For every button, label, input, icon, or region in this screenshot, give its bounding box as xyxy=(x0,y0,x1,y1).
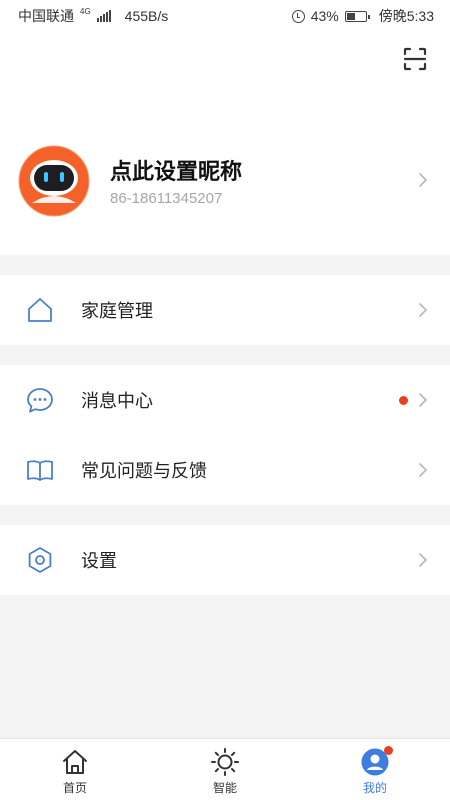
signal-icon xyxy=(96,10,111,22)
unread-badge xyxy=(399,396,408,405)
menu-item-settings[interactable]: 设置 xyxy=(0,525,450,595)
menu-item-faq-feedback[interactable]: 常见问题与反馈 xyxy=(0,435,450,505)
battery-percent: 43% xyxy=(310,8,339,24)
scan-button[interactable] xyxy=(400,44,430,74)
status-bar: 中国联通 4G 455B/s 43% 傍晚5:33 xyxy=(0,0,450,32)
status-right: 43% 傍晚5:33 xyxy=(291,6,434,26)
avatar xyxy=(18,145,90,217)
menu-item-home-management[interactable]: 家庭管理 xyxy=(0,275,450,345)
chevron-right-icon xyxy=(419,553,427,567)
section-home: 家庭管理 xyxy=(0,275,450,345)
menu-label-faq-feedback: 常见问题与反馈 xyxy=(81,461,207,481)
scan-icon xyxy=(403,47,427,71)
menu-item-message-center[interactable]: 消息中心 xyxy=(0,365,450,435)
nickname-label: 点此设置昵称 xyxy=(110,159,243,184)
tab-label-home: 首页 xyxy=(62,781,87,795)
chevron-right-icon xyxy=(419,463,427,477)
battery-icon xyxy=(344,10,370,22)
notification-dot xyxy=(384,746,393,755)
tab-mine[interactable]: 我的 xyxy=(300,739,450,800)
carrier-name: 中国联通 xyxy=(18,8,74,24)
hexagon-settings-icon xyxy=(28,547,52,573)
chat-bubble-icon xyxy=(27,388,53,413)
bottom-tab-bar: 首页 智能 我的 xyxy=(0,738,450,800)
home-icon xyxy=(63,750,87,774)
sun-icon xyxy=(211,748,239,776)
profile-card[interactable]: 点此设置昵称 86-18611345207 xyxy=(0,130,450,240)
network-speed: 455B/s xyxy=(124,8,169,24)
phone-number: 86-18611345207 xyxy=(110,190,223,207)
tab-label-smart: 智能 xyxy=(212,781,237,795)
alarm-icon xyxy=(291,9,305,23)
house-icon xyxy=(28,298,52,322)
status-left: 中国联通 4G 455B/s xyxy=(18,6,168,26)
tab-home[interactable]: 首页 xyxy=(0,739,150,800)
section-support: 消息中心 常见问题与反馈 xyxy=(0,365,450,505)
menu-label-home-management: 家庭管理 xyxy=(81,301,153,321)
tab-smart[interactable]: 智能 xyxy=(150,739,300,800)
menu-label-settings: 设置 xyxy=(81,551,117,571)
section-settings: 设置 xyxy=(0,525,450,595)
network-type: 4G xyxy=(80,7,91,16)
tab-label-mine: 我的 xyxy=(362,781,387,795)
clock: 傍晚5:33 xyxy=(378,8,434,24)
book-icon xyxy=(27,460,53,481)
chevron-right-icon xyxy=(419,173,427,187)
chevron-right-icon xyxy=(419,303,427,317)
menu-label-message-center: 消息中心 xyxy=(81,391,153,411)
chevron-right-icon xyxy=(419,393,427,407)
